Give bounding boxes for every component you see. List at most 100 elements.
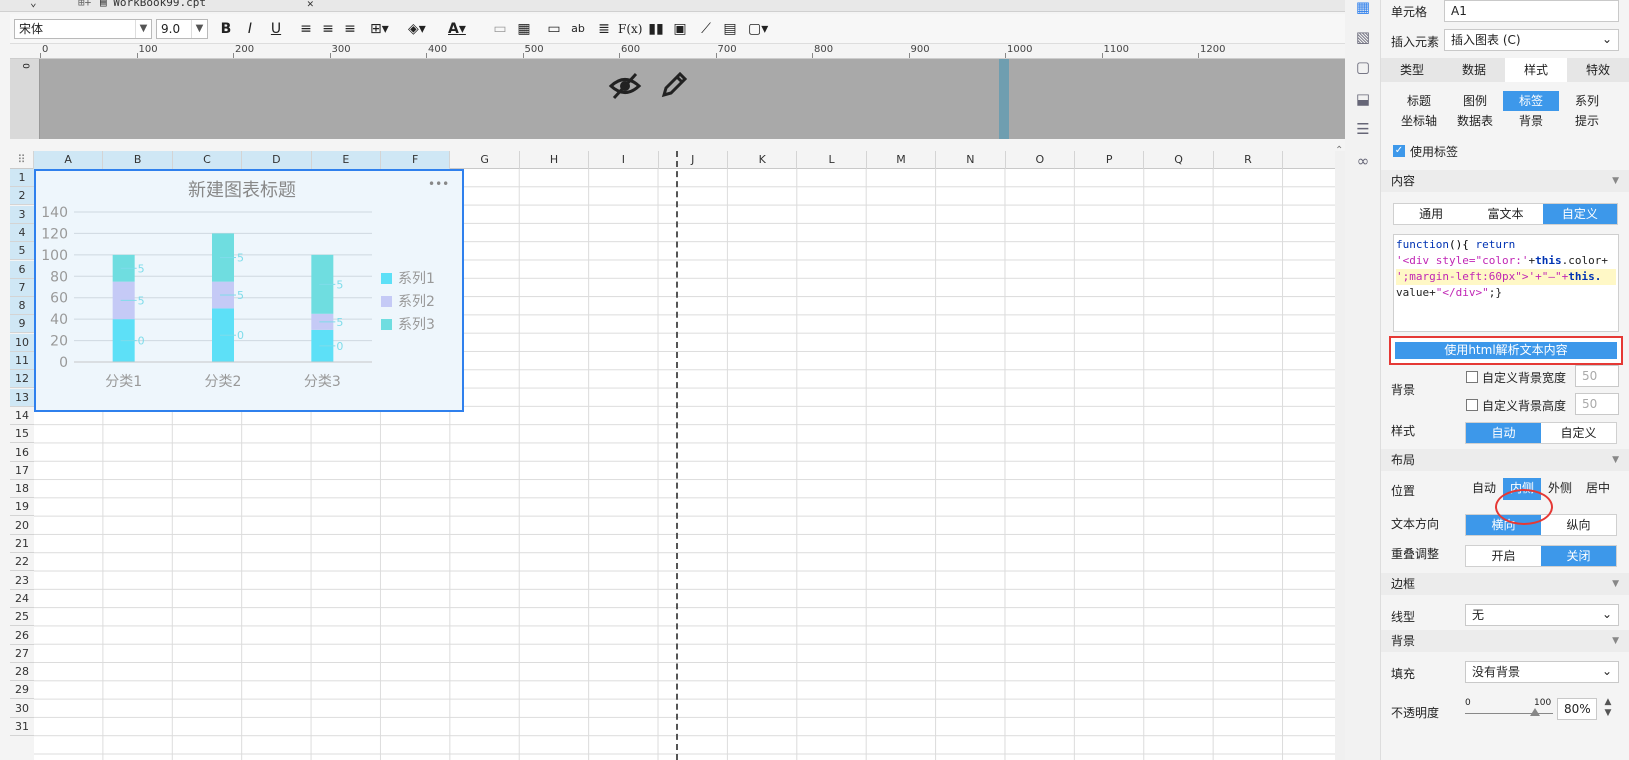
subtab-background[interactable]: 背景 [1503, 111, 1559, 131]
row-header-24[interactable]: 24 [10, 589, 34, 608]
column-header-R[interactable]: R [1214, 151, 1284, 169]
hyperlink-icon[interactable]: ∞ [1354, 152, 1372, 170]
row-header-23[interactable]: 23 [10, 571, 34, 590]
font-size-select[interactable]: 9.0 ▼ [156, 19, 208, 39]
subtab-tooltip[interactable]: 提示 [1559, 111, 1615, 131]
custom-bg-height-checkbox[interactable] [1466, 399, 1478, 411]
row-header-12[interactable]: 12 [10, 370, 34, 389]
subtab-datasheet[interactable]: 数据表 [1447, 111, 1503, 131]
stacked-bar-chart[interactable]: 新建图表标题 ••• 0 20 40 60 80 100 120 140 0 5 5 分类1 0 5 5 分类2 0… [34, 169, 464, 412]
opacity-input[interactable]: 80% [1557, 698, 1597, 720]
row-header-16[interactable]: 16 [10, 443, 34, 462]
merge-icon[interactable]: ▭ [492, 20, 508, 38]
row-header-31[interactable]: 31 [10, 718, 34, 736]
content-section-header[interactable]: 内容 ▼ [1381, 170, 1629, 192]
tab-data[interactable]: 数据 [1443, 58, 1505, 82]
row-header-9[interactable]: 9 [10, 315, 34, 334]
italic-button[interactable]: I [242, 20, 258, 38]
row-header-25[interactable]: 25 [10, 608, 34, 627]
column-header-I[interactable]: I [589, 151, 659, 169]
column-header-J[interactable]: J [659, 151, 728, 169]
fill-color-icon[interactable]: ◈▾ [408, 20, 426, 38]
row-header-15[interactable]: 15 [10, 425, 34, 444]
font-color-button[interactable]: A▾ [448, 20, 466, 38]
row-header-22[interactable]: 22 [10, 553, 34, 572]
position-center[interactable]: 居中 [1579, 478, 1617, 500]
row-header-6[interactable]: 6 [10, 260, 34, 279]
border-icon[interactable]: ⊞▾ [370, 20, 389, 38]
column-header-P[interactable]: P [1075, 151, 1145, 169]
hide-eye-icon[interactable] [608, 71, 642, 101]
row-header-27[interactable]: 27 [10, 644, 34, 663]
subtab-series[interactable]: 系列 [1559, 91, 1615, 111]
column-header-O[interactable]: O [1006, 151, 1075, 169]
text-dir-vertical[interactable]: 纵向 [1541, 515, 1616, 535]
subtab-legend[interactable]: 图例 [1447, 91, 1503, 111]
cell-attr-icon[interactable]: ▦ [1354, 0, 1372, 16]
grid-icon[interactable]: ▦ [516, 20, 532, 38]
subtab-title[interactable]: 标题 [1391, 91, 1447, 111]
mode-richtext[interactable]: 富文本 [1468, 204, 1542, 224]
layout-section-header[interactable]: 布局 ▼ [1381, 449, 1629, 471]
paragraph-icon[interactable]: ≣ [596, 20, 612, 38]
condition-icon[interactable]: ▧ [1354, 28, 1372, 46]
formula-button[interactable]: F(x) [618, 20, 642, 38]
underline-button[interactable]: U [268, 20, 284, 38]
mode-custom[interactable]: 自定义 [1542, 204, 1617, 224]
widget-icon[interactable]: ▢▾ [748, 20, 768, 38]
row-header-28[interactable]: 28 [10, 663, 34, 682]
row-header-10[interactable]: 10 [10, 333, 34, 352]
align-center-icon[interactable]: ≡ [320, 20, 336, 38]
image-icon[interactable]: ▣ [672, 20, 688, 38]
column-header-A[interactable]: A [34, 151, 104, 169]
tab-style[interactable]: 样式 [1505, 58, 1567, 82]
mode-general[interactable]: 通用 [1394, 204, 1468, 224]
row-header-2[interactable]: 2 [10, 187, 34, 206]
column-header-B[interactable]: B [103, 151, 173, 169]
wrap-text-button[interactable]: ab [570, 20, 586, 38]
row-header-29[interactable]: 29 [10, 681, 34, 700]
select-all-corner[interactable]: ⠿ [10, 151, 34, 169]
close-tab-icon[interactable]: ✕ [307, 0, 314, 10]
opacity-slider-thumb[interactable] [1530, 708, 1540, 716]
row-header-26[interactable]: 26 [10, 626, 34, 645]
column-header-N[interactable]: N [936, 151, 1006, 169]
column-header-D[interactable]: D [242, 151, 312, 169]
fill-select[interactable]: 没有背景 ⌄ [1465, 661, 1619, 683]
line-type-select[interactable]: 无 ⌄ [1465, 604, 1619, 626]
overlap-off[interactable]: 关闭 [1541, 546, 1616, 566]
slash-icon[interactable]: ⟋ [698, 20, 714, 38]
row-header-21[interactable]: 21 [10, 535, 34, 553]
row-header-8[interactable]: 8 [10, 297, 34, 316]
tab-effect[interactable]: 特效 [1567, 58, 1629, 82]
style-custom[interactable]: 自定义 [1541, 423, 1616, 443]
new-sheet-icon[interactable]: ⊞+ [78, 0, 91, 9]
column-header-C[interactable]: C [172, 151, 243, 169]
row-header-5[interactable]: 5 [10, 242, 34, 261]
align-right-icon[interactable]: ≡ [342, 20, 358, 38]
column-header-M[interactable]: M [867, 151, 937, 169]
column-header-Q[interactable]: Q [1144, 151, 1214, 169]
overlap-on[interactable]: 开启 [1466, 546, 1541, 566]
bg-width-input[interactable]: 50 [1575, 365, 1619, 387]
row-header-1[interactable]: 1 [10, 169, 34, 187]
row-header-13[interactable]: 13 [10, 388, 34, 407]
sub-report-icon[interactable]: ▤ [722, 20, 738, 38]
edit-pencil-icon[interactable] [658, 69, 690, 101]
font-name-select[interactable]: 宋体 ▼ [14, 19, 152, 39]
column-header-E[interactable]: E [311, 151, 381, 169]
row-header-17[interactable]: 17 [10, 461, 34, 480]
row-header-30[interactable]: 30 [10, 699, 34, 718]
insert-element-select[interactable]: 插入图表 (C) ⌄ [1444, 29, 1619, 51]
bg-height-input[interactable]: 50 [1575, 393, 1619, 415]
column-header-H[interactable]: H [520, 151, 590, 169]
row-header-18[interactable]: 18 [10, 480, 34, 499]
row-header-4[interactable]: 4 [10, 223, 34, 242]
row-header-20[interactable]: 20 [10, 516, 34, 535]
row-header-11[interactable]: 11 [10, 352, 34, 370]
bg-section-header[interactable]: 背景 ▼ [1381, 630, 1629, 652]
insert-row-icon[interactable]: ▭ [546, 20, 562, 38]
row-header-14[interactable]: 14 [10, 406, 34, 425]
tab-type[interactable]: 类型 [1381, 58, 1443, 82]
position-auto[interactable]: 自动 [1465, 478, 1503, 500]
